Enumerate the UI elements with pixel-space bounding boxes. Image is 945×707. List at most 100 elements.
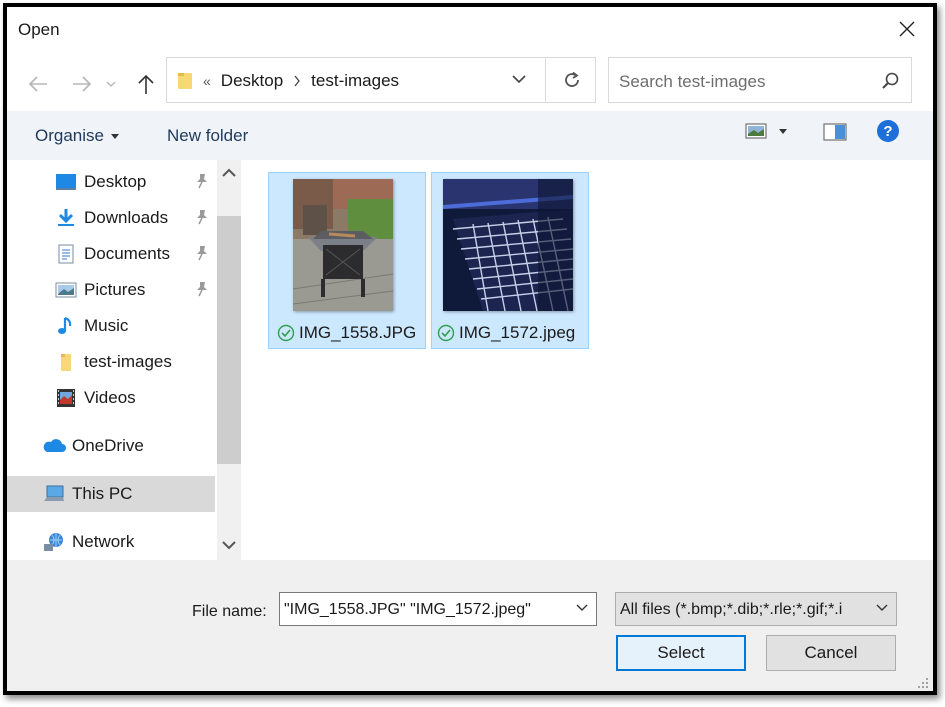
cloud-icon: [43, 439, 66, 452]
sidebar-item-label: Desktop: [84, 172, 147, 191]
sidebar-item-test-images[interactable]: test-images: [7, 344, 215, 380]
sidebar-item-label: Downloads: [84, 208, 169, 227]
computer-icon: [44, 485, 64, 501]
file-name-label: IMG_1572.jpeg: [459, 323, 576, 342]
synced-check-icon: [437, 324, 455, 342]
documents-icon: [58, 244, 74, 264]
organise-button[interactable]: Organise: [35, 126, 119, 146]
new-folder-button[interactable]: New folder: [167, 126, 248, 146]
refresh-icon: [564, 71, 579, 87]
folder-icon: [178, 73, 192, 89]
caret-down-icon: [110, 133, 119, 139]
file-name: IMG_1558.JPG: [277, 323, 416, 343]
close-icon[interactable]: [895, 17, 919, 41]
change-view-button[interactable]: [745, 123, 787, 139]
cancel-button[interactable]: Cancel: [766, 635, 896, 671]
search-box[interactable]: Search test-images: [608, 57, 912, 103]
sidebar-item-label: test-images: [84, 352, 172, 371]
file-tile[interactable]: IMG_1572.jpeg: [431, 172, 589, 349]
file-name-value[interactable]: "IMG_1558.JPG" "IMG_1572.jpeg": [284, 601, 531, 619]
pictures-icon: [55, 282, 77, 298]
sidebar-item-downloads[interactable]: Downloads: [7, 200, 215, 236]
back-button[interactable]: [23, 69, 53, 99]
folder-icon: [61, 354, 71, 371]
address-bar[interactable]: « Desktop test-images: [166, 57, 596, 103]
preview-pane-icon: [823, 123, 847, 141]
chevron-down-icon[interactable]: [576, 604, 588, 612]
sidebar-item-label: OneDrive: [72, 436, 144, 455]
videos-icon: [57, 389, 75, 407]
command-bar: Organise New folder ?: [7, 111, 933, 160]
breadcrumb: « Desktop test-images: [203, 71, 399, 91]
sidebar-item-label: Music: [84, 316, 129, 335]
sidebar-item-documents[interactable]: Documents: [7, 236, 215, 272]
file-list[interactable]: IMG_1558.JPG IMG_1572.jpeg: [243, 160, 933, 560]
back-arrow-icon: [28, 76, 47, 92]
synced-check-icon: [277, 324, 295, 342]
help-icon: ?: [877, 120, 899, 142]
sidebar-item-onedrive[interactable]: OneDrive: [7, 428, 215, 464]
view-thumbnails-icon: [745, 123, 767, 139]
select-button[interactable]: Select: [616, 635, 746, 671]
chevron-down-icon: [106, 81, 116, 87]
file-type-value: All files (*.bmp;*.dib;*.rle;*.gif;*.i: [620, 601, 843, 618]
breadcrumb-test-images[interactable]: test-images: [311, 71, 399, 91]
dialog-title: Open: [18, 20, 60, 39]
sidebar-item-label: This PC: [72, 484, 133, 503]
image-thumbnail: [293, 179, 393, 311]
scroll-down-icon[interactable]: [221, 540, 237, 550]
up-button[interactable]: [131, 69, 161, 99]
preview-pane-button[interactable]: [823, 123, 847, 146]
pin-icon[interactable]: [195, 173, 209, 189]
sidebar-item-desktop[interactable]: Desktop: [7, 164, 215, 200]
new-folder-label: New folder: [167, 126, 249, 145]
file-name-field-label: File name:: [192, 603, 267, 620]
sidebar-item-label: Videos: [84, 388, 136, 407]
sidebar-item-videos[interactable]: Videos: [7, 380, 215, 416]
sidebar-item-network[interactable]: Network: [7, 524, 215, 560]
organise-label: Organise: [35, 126, 104, 145]
chevron-down-icon: [876, 604, 888, 611]
download-arrow-icon: [58, 209, 74, 226]
resize-grip-icon[interactable]: [917, 677, 929, 689]
navigation-pane: Desktop Downloads Documents Pictures Mus…: [7, 160, 217, 560]
chevron-right-icon[interactable]: [293, 75, 301, 87]
title-bar: Open: [7, 7, 933, 51]
file-name: IMG_1572.jpeg: [437, 323, 575, 343]
file-tile[interactable]: IMG_1558.JPG: [268, 172, 426, 349]
breadcrumb-desktop[interactable]: Desktop: [221, 71, 283, 91]
sidebar-item-label: Network: [72, 532, 135, 551]
search-icon: [882, 72, 899, 89]
pin-icon[interactable]: [195, 281, 209, 297]
open-dialog: Open « Desktop test-images Search test-i…: [3, 3, 937, 695]
image-thumbnail: [443, 179, 573, 311]
file-name-field[interactable]: "IMG_1558.JPG" "IMG_1572.jpeg": [279, 592, 597, 626]
sidebar-item-this-pc[interactable]: This PC: [7, 476, 215, 512]
sidebar-item-music[interactable]: Music: [7, 308, 215, 344]
help-button[interactable]: ?: [876, 119, 900, 148]
caret-down-icon: [779, 128, 787, 134]
refresh-button[interactable]: [545, 58, 597, 102]
chevron-down-icon[interactable]: [512, 75, 526, 84]
forward-arrow-icon: [73, 76, 92, 92]
svg-text:?: ?: [883, 123, 892, 140]
navigation-scrollbar[interactable]: [217, 160, 241, 560]
dialog-footer: File name: "IMG_1558.JPG" "IMG_1572.jpeg…: [7, 560, 933, 691]
sidebar-item-pictures[interactable]: Pictures: [7, 272, 215, 308]
file-type-select[interactable]: All files (*.bmp;*.dib;*.rle;*.gif;*.i: [615, 592, 897, 626]
scroll-up-icon[interactable]: [221, 168, 237, 178]
up-arrow-icon: [138, 74, 154, 94]
pin-icon[interactable]: [195, 209, 209, 225]
breadcrumb-overflow[interactable]: «: [203, 73, 211, 89]
music-note-icon: [58, 317, 72, 334]
desktop-icon: [56, 174, 76, 190]
search-input[interactable]: Search test-images: [619, 72, 765, 92]
forward-button[interactable]: [67, 69, 97, 99]
network-icon: [44, 533, 63, 551]
pin-icon[interactable]: [195, 245, 209, 261]
sidebar-item-label: Documents: [84, 244, 170, 263]
sidebar-item-label: Pictures: [84, 280, 146, 299]
scrollbar-thumb[interactable]: [217, 216, 241, 464]
recent-locations-button[interactable]: [101, 69, 121, 99]
file-name-label: IMG_1558.JPG: [299, 323, 417, 342]
